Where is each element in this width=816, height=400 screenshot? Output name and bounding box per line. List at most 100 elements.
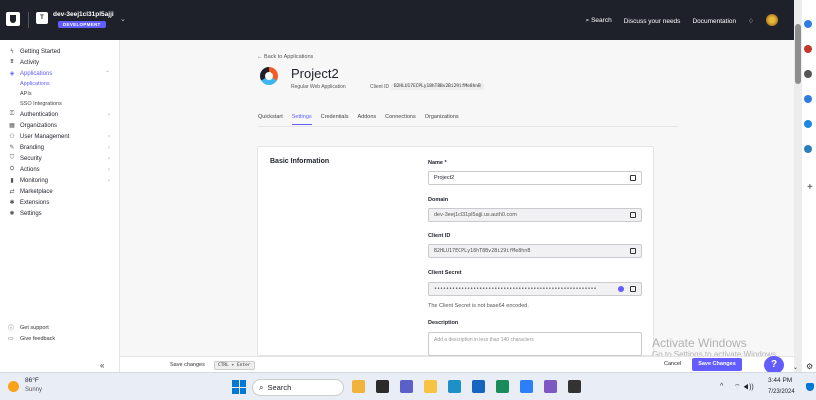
reveal-eye-icon[interactable] <box>618 286 624 292</box>
excel-app-icon[interactable] <box>496 380 509 393</box>
tab-bar: Quickstart Settings Credentials Addons C… <box>258 114 459 125</box>
tab-organizations[interactable]: Organizations <box>425 114 459 125</box>
notification-bell-icon[interactable] <box>806 383 814 391</box>
sidebar-item-monitoring[interactable]: ▮ Monitoring › <box>0 175 120 186</box>
search-button[interactable]: ⌕ Search <box>586 17 612 25</box>
file-explorer-icon[interactable] <box>424 380 437 393</box>
copilot-icon[interactable] <box>804 20 812 28</box>
app-icon[interactable] <box>544 380 557 393</box>
activity-icon: ⩩ <box>10 59 14 65</box>
tenant-avatar[interactable]: T <box>36 12 48 24</box>
name-input[interactable]: Project2 <box>428 171 642 185</box>
settings-gear-icon[interactable]: ⚙ <box>806 362 813 371</box>
description-label: Description <box>428 320 459 326</box>
sidebar-item-settings[interactable]: ✺ Settings <box>0 208 120 219</box>
sidebar-item-marketplace[interactable]: ⇄ Marketplace <box>0 186 120 197</box>
key-icon: ⚿ <box>9 111 15 117</box>
store-icon: ⇄ <box>9 189 15 195</box>
description-textarea[interactable]: Add a description in less than 140 chara… <box>428 332 642 356</box>
sidebar-subitem-apis[interactable]: APIs <box>0 89 120 99</box>
vscode-app-icon[interactable] <box>520 380 533 393</box>
scrollbar-thumb[interactable] <box>795 24 801 84</box>
sidebar-item-getting-started[interactable]: ϟ Getting Started <box>0 46 120 57</box>
tab-credentials[interactable]: Credentials <box>321 114 349 125</box>
user-avatar[interactable] <box>766 14 778 26</box>
gear-icon: ✺ <box>9 211 15 217</box>
chevron-down-icon[interactable]: ⌄ <box>120 15 126 23</box>
sidebar-subitem-sso[interactable]: SSO Integrations <box>0 99 120 109</box>
chevron-right-icon: › <box>108 177 110 184</box>
clock-date[interactable]: 7/23/2024 <box>768 389 795 395</box>
sidebar-item-label: Authentication <box>20 111 59 118</box>
outlook-icon[interactable] <box>804 120 812 128</box>
copy-icon[interactable] <box>630 248 636 254</box>
windows-start-icon[interactable] <box>232 380 246 394</box>
tab-settings[interactable]: Settings <box>291 114 312 125</box>
sidebar-item-label: Settings <box>20 210 42 217</box>
sidebar-subitem-applications[interactable]: Applications <box>0 79 120 89</box>
add-icon[interactable]: + <box>807 182 813 193</box>
puzzle-icon: ✱ <box>9 200 15 206</box>
tabs-divider <box>258 126 678 127</box>
chevron-up-icon: ⌃ <box>104 71 110 77</box>
sidebar-item-branding[interactable]: ✎ Branding › <box>0 142 120 153</box>
tab-connections[interactable]: Connections <box>385 114 416 125</box>
store-app-icon[interactable] <box>472 380 485 393</box>
documentation-link[interactable]: Documentation <box>692 18 736 25</box>
collapse-sidebar-button[interactable]: « <box>100 361 104 370</box>
tab-quickstart[interactable]: Quickstart <box>258 114 283 125</box>
sidebar-item-actions[interactable]: ⛭ Actions › <box>0 164 120 175</box>
give-feedback-label: Give feedback <box>20 335 56 342</box>
client-id-chip[interactable]: B2HLU17ECPLy18hT8Bv2Bi29ifMe8hnB <box>391 83 484 90</box>
chevron-right-icon: › <box>108 155 110 162</box>
client-secret-field[interactable]: ••••••••••••••••••••••••••••••••••••••••… <box>428 282 642 296</box>
tab-addons[interactable]: Addons <box>357 114 376 125</box>
sidebar-item-authentication[interactable]: ⚿ Authentication › <box>0 109 120 120</box>
sidebar-item-security[interactable]: ⛉ Security › <box>0 153 120 164</box>
copy-icon[interactable] <box>630 212 636 218</box>
sidebar-item-activity[interactable]: ⩩ Activity <box>0 57 120 68</box>
domain-field[interactable]: dev-3eej1cl31pl5ajji.us.auth0.com <box>428 208 642 222</box>
taskbar-search[interactable]: ⌕ Search <box>252 379 344 396</box>
building-icon: ▦ <box>9 123 15 129</box>
get-support-link[interactable]: ⓘ Get support <box>8 322 55 333</box>
give-feedback-link[interactable]: ▭ Give feedback <box>8 333 55 344</box>
copy-icon[interactable] <box>630 175 636 181</box>
terminal-app-icon[interactable] <box>568 380 581 393</box>
copy-icon[interactable] <box>630 286 636 292</box>
tools-icon[interactable] <box>804 95 812 103</box>
sidebar-item-applications[interactable]: ◈ Applications ⌃ <box>0 68 120 79</box>
sun-icon[interactable] <box>8 381 19 392</box>
task-view-icon[interactable] <box>376 380 389 393</box>
save-changes-button[interactable]: Save Changes <box>692 358 742 371</box>
sidebar-item-user-management[interactable]: ⚇ User Management › <box>0 131 120 142</box>
shopping-icon[interactable] <box>804 45 812 53</box>
cancel-button[interactable]: Cancel <box>664 361 681 367</box>
brush-icon: ✎ <box>9 145 15 151</box>
discuss-needs-link[interactable]: Discuss your needs <box>624 18 681 25</box>
sidebar-item-organizations[interactable]: ▦ Organizations <box>0 120 120 131</box>
wifi-icon[interactable]: ⌔ ◀)) <box>734 383 754 392</box>
back-to-applications-link[interactable]: ← Back to Applications <box>257 54 313 60</box>
top-nav: ⌕ Search Discuss your needs Documentatio… <box>586 14 778 26</box>
top-bar: T dev-3eej1cl31pl5ajji DEVELOPMENT ⌄ ⌕ S… <box>0 0 794 40</box>
chevron-down-icon[interactable]: ⌄ <box>793 364 798 371</box>
person-icon[interactable] <box>804 70 812 78</box>
bell-icon[interactable]: ♢ <box>748 17 754 25</box>
auth0-logo-icon[interactable] <box>6 12 20 26</box>
sidebar-item-extensions[interactable]: ✱ Extensions <box>0 197 120 208</box>
page-title: Project2 <box>291 66 339 81</box>
client-id-field[interactable]: B2HLU17ECPLy18hT8Bv2Bi29ifMe8hnB <box>428 244 642 258</box>
client-id-label: Client ID <box>370 84 390 90</box>
help-circle-icon: ⓘ <box>8 326 15 332</box>
chevron-up-icon[interactable]: ^ <box>720 383 723 390</box>
weather-temp[interactable]: 86°F <box>25 377 39 384</box>
edge-browser-icon[interactable] <box>448 380 461 393</box>
widgets-app-icon[interactable] <box>352 380 365 393</box>
tenant-name[interactable]: dev-3eej1cl31pl5ajji <box>53 11 114 18</box>
client-id-value: B2HLU17ECPLy18hT8Bv2Bi29ifMe8hnB <box>434 248 531 254</box>
sidebar-item-label: Extensions <box>20 199 50 206</box>
teams-app-icon[interactable] <box>400 380 413 393</box>
send-icon[interactable] <box>804 145 812 153</box>
clock-time[interactable]: 3:44 PM <box>768 377 792 384</box>
